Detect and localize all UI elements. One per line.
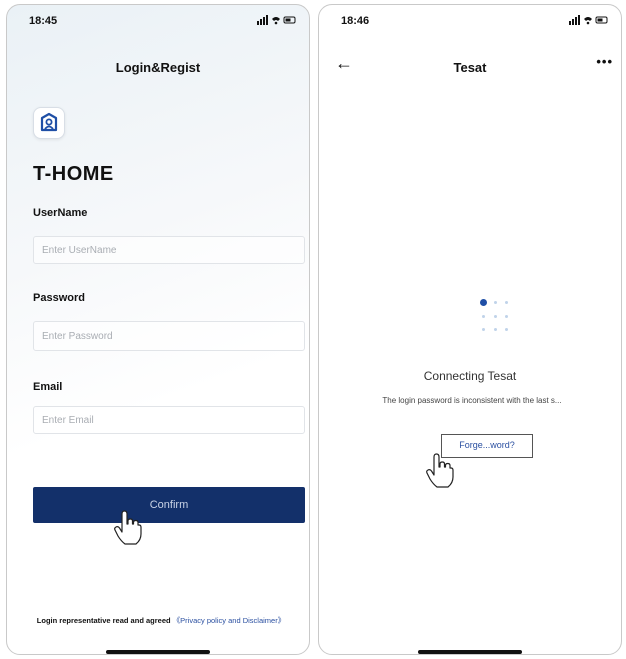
password-input[interactable] bbox=[33, 321, 305, 351]
connecting-status: Connecting Tesat bbox=[423, 369, 517, 383]
loading-spinner-icon bbox=[469, 291, 517, 347]
status-icons bbox=[569, 15, 609, 28]
email-label: Email bbox=[33, 381, 63, 393]
signal-wifi-battery-icon bbox=[569, 15, 608, 25]
privacy-policy-link[interactable]: 《Privacy policy and Disclaimer》 bbox=[173, 616, 286, 625]
app-logo bbox=[33, 107, 65, 139]
agreement-label: Login representative read and agreed bbox=[36, 616, 171, 625]
username-input[interactable] bbox=[33, 236, 305, 264]
username-label: UserName bbox=[33, 207, 88, 219]
device-connect-screen: 18:46 ← Tesat ••• Connecting Tesat The l… bbox=[318, 4, 622, 655]
home-shield-icon bbox=[40, 112, 58, 132]
agreement-text: Login representative read and agreed 《Pr… bbox=[27, 616, 295, 626]
status-time: 18:46 bbox=[341, 15, 370, 27]
brand-name: T-HOME bbox=[33, 163, 114, 185]
status-bar: 18:46 bbox=[333, 15, 609, 31]
login-screen: 18:45 Login&Regist T-HOME UserName Passw… bbox=[6, 4, 310, 655]
status-bar: 18:45 bbox=[21, 15, 297, 31]
signal-wifi-battery-icon bbox=[257, 15, 296, 25]
home-indicator bbox=[418, 650, 522, 654]
status-icons bbox=[257, 15, 297, 28]
email-input[interactable] bbox=[33, 406, 305, 434]
pointer-hand-icon bbox=[114, 510, 142, 545]
device-title: Tesat bbox=[453, 60, 487, 75]
page-title: Login&Regist bbox=[115, 60, 201, 75]
password-label: Password bbox=[33, 292, 85, 304]
home-indicator bbox=[106, 650, 210, 654]
more-options-icon[interactable]: ••• bbox=[596, 54, 613, 69]
status-time: 18:45 bbox=[29, 15, 58, 27]
confirm-button[interactable]: Confirm bbox=[33, 487, 305, 523]
pointer-hand-icon bbox=[426, 453, 454, 488]
error-message: The login password is inconsistent with … bbox=[382, 396, 562, 405]
